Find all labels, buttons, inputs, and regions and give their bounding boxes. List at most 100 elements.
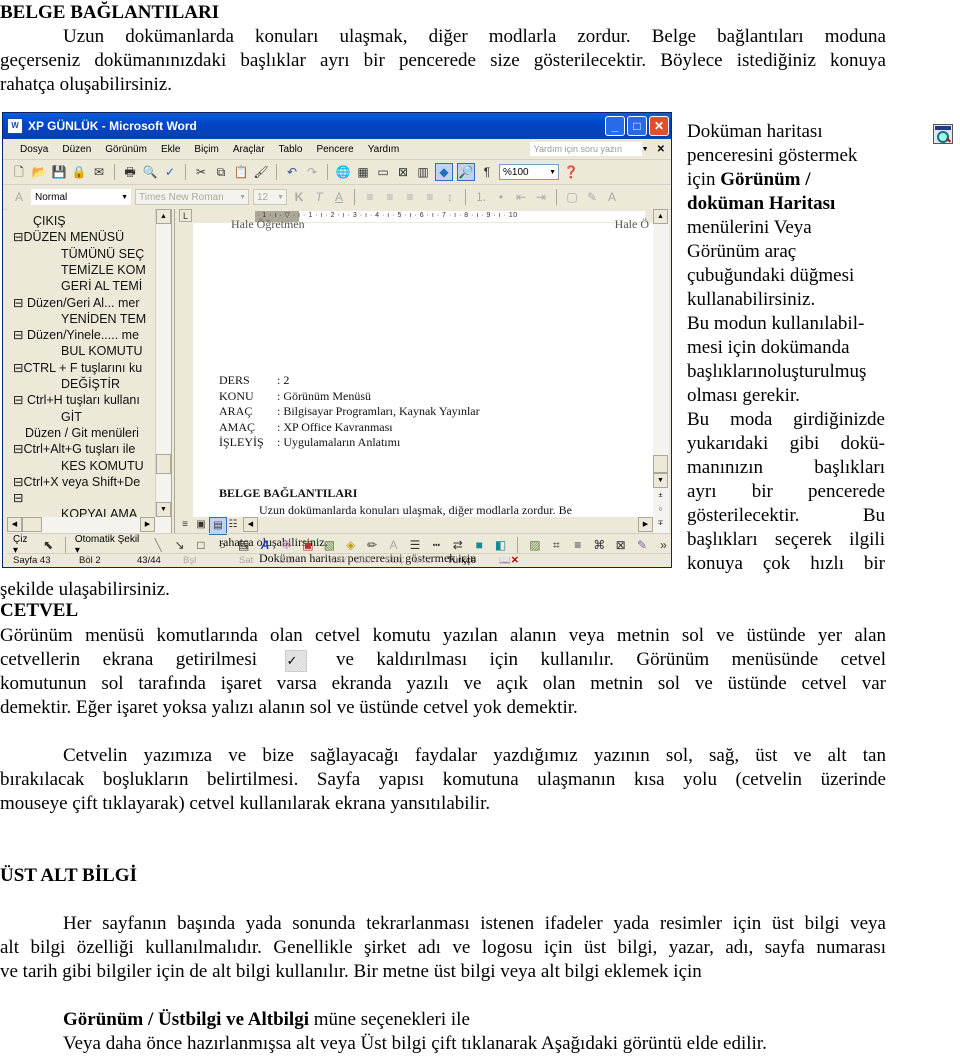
arrow-icon[interactable]: ↘ [172, 537, 187, 553]
3d-icon[interactable]: ◧ [493, 537, 508, 553]
doc-map-item[interactable]: YENİDEN TEM [61, 311, 146, 327]
font-size-combo[interactable]: 12 ▼ [253, 189, 287, 205]
outline-view-icon[interactable]: ☷ [225, 517, 241, 533]
doc-map-item[interactable]: ⊟ Ctrl+H tuşları kullanı [13, 392, 140, 408]
spelling-status-icon[interactable]: 📖✕ [499, 555, 519, 566]
format-picture-icon[interactable]: ✎ [634, 537, 649, 553]
menu-araclar[interactable]: Araçlar [226, 144, 272, 155]
copy-icon[interactable]: ⧉ [213, 164, 229, 180]
align-center-icon[interactable]: ≡ [382, 189, 398, 205]
doc-map-item[interactable]: Düzen / Git menüleri [25, 425, 139, 441]
line-style-icon[interactable]: ☰ [407, 537, 422, 553]
align-right-icon[interactable]: ≡ [402, 189, 418, 205]
menu-yardim[interactable]: Yardım [361, 144, 407, 155]
font-color-icon[interactable]: A [604, 189, 620, 205]
font-color-draw-icon[interactable]: A [386, 537, 401, 553]
doc-map-item[interactable]: KES KOMUTU [61, 458, 144, 474]
format-painter-icon[interactable]: 🖌 [253, 164, 269, 180]
font-combo[interactable]: Times New Roman ▼ [135, 189, 249, 205]
open-folder-icon[interactable]: 📂 [31, 164, 47, 180]
fill-color-icon[interactable]: ◈ [343, 537, 358, 553]
email-icon[interactable]: ✉ [91, 164, 107, 180]
columns-icon[interactable]: ▥ [415, 164, 431, 180]
insert-picture-icon[interactable]: ▨ [527, 537, 542, 553]
clipart-icon[interactable]: ▣ [300, 537, 315, 553]
dash-style-icon[interactable]: ┅ [429, 537, 444, 553]
increase-indent-icon[interactable]: ⇥ [533, 189, 549, 205]
line-icon[interactable]: ╲ [150, 537, 165, 553]
menu-bicim[interactable]: Biçim [187, 144, 225, 155]
menu-ekle[interactable]: Ekle [154, 144, 187, 155]
doc-map-item[interactable]: GİT [61, 409, 82, 425]
document-vertical-scrollbar[interactable]: ▲ ▼ ± ○ ∓ [653, 209, 669, 533]
doc-map-item[interactable]: ÇIKIŞ [33, 213, 66, 229]
menu-gorunum[interactable]: Görünüm [98, 144, 154, 155]
styles-icon[interactable]: A [11, 189, 27, 205]
paste-icon[interactable]: 📋 [233, 164, 249, 180]
justify-icon[interactable]: ≡ [422, 189, 438, 205]
redo-icon[interactable]: ↷ [304, 164, 320, 180]
picture-icon[interactable]: ▧ [322, 537, 337, 553]
spelling-icon[interactable]: ✓ [162, 164, 178, 180]
doc-map-item[interactable]: ⊟ Düzen/Geri Al... mer [13, 295, 139, 311]
document-map-vertical-scrollbar[interactable]: ▲ ▼ [155, 209, 172, 517]
arrow-style-icon[interactable]: ⇄ [450, 537, 465, 553]
select-objects-icon[interactable]: ⬉ [40, 537, 55, 553]
menu-pencere[interactable]: Pencere [309, 144, 360, 155]
underline-icon[interactable]: A [331, 189, 347, 205]
bold-icon[interactable]: K [291, 189, 307, 205]
menu-duzen[interactable]: Düzen [55, 144, 98, 155]
style-combo[interactable]: Normal ▼ [31, 189, 131, 205]
save-icon[interactable]: 💾 [51, 164, 67, 180]
shadow-icon[interactable]: ■ [471, 537, 486, 553]
tab-selector[interactable]: L [179, 209, 192, 222]
text-box-icon[interactable]: ▤ [236, 537, 251, 553]
doc-map-item[interactable]: ⊟DÜZEN MENÜSÜ [13, 229, 124, 245]
borders-icon[interactable]: ▢ [564, 189, 580, 205]
normal-view-icon[interactable]: ≡ [177, 517, 193, 533]
help-dropdown-icon[interactable]: ▼ [642, 146, 649, 153]
hyperlink-icon[interactable]: 🌐 [335, 164, 351, 180]
show-hide-icon[interactable]: ¶ [479, 164, 495, 180]
doc-map-item[interactable]: ⊟ Düzen/Yinele..... me [13, 327, 139, 343]
zoom-combo[interactable]: %100 ▼ [499, 164, 559, 180]
close-document-icon[interactable]: ✕ [657, 144, 665, 155]
pane-splitter[interactable] [171, 209, 175, 533]
doc-map-item[interactable]: TEMİZLE KOM [61, 262, 146, 278]
close-button[interactable]: ✕ [649, 116, 669, 136]
print-preview-icon[interactable]: 🔍 [142, 164, 158, 180]
doc-map-item[interactable]: ⊟Ctrl+Alt+G tuşları ile [13, 441, 135, 457]
drawing-icon[interactable]: ◆ [435, 163, 453, 181]
doc-map-item[interactable]: TÜMÜNÜ SEÇ [61, 246, 144, 262]
rectangle-icon[interactable]: □ [193, 537, 208, 553]
doc-map-item[interactable]: KOPYALAMA [61, 506, 137, 517]
cut-icon[interactable]: ✂ [193, 164, 209, 180]
maximize-button[interactable]: □ [627, 116, 647, 136]
insert-excel-icon[interactable]: ⊠ [395, 164, 411, 180]
menu-dosya[interactable]: Dosya [13, 144, 55, 155]
web-view-icon[interactable]: ▣ [193, 517, 209, 533]
permission-icon[interactable]: 🔒 [71, 164, 87, 180]
diagram-icon[interactable]: ✲ [279, 537, 294, 553]
line-style2-icon[interactable]: ≡ [570, 537, 585, 553]
crop-icon[interactable]: ⌗ [549, 537, 564, 553]
status-ovr[interactable]: ÜYZ [413, 555, 432, 566]
help-search-input[interactable]: Yardım için soru yazın [529, 142, 642, 156]
italic-icon[interactable]: T [311, 189, 327, 205]
document-horizontal-scrollbar[interactable]: ≡ ▣ ▤ ☷ ◀ ▶ [175, 517, 653, 535]
numbering-icon[interactable]: ⒈ [473, 189, 489, 205]
insert-table-icon[interactable]: ▭ [375, 164, 391, 180]
help-icon[interactable]: ❓ [563, 164, 579, 180]
text-wrapping-icon[interactable]: ⊠ [613, 537, 628, 553]
bullets-icon[interactable]: • [493, 189, 509, 205]
decrease-indent-icon[interactable]: ⇤ [513, 189, 529, 205]
print-icon[interactable]: 🖶 [122, 164, 138, 180]
undo-icon[interactable]: ↶ [284, 164, 300, 180]
doc-map-item[interactable]: ⊟ [13, 490, 23, 506]
status-rec[interactable]: KAY [329, 555, 347, 566]
document-map-horizontal-scrollbar[interactable]: ◀ ▶ [7, 517, 171, 533]
toolbar-options-icon[interactable]: » [656, 537, 671, 553]
line-spacing-icon[interactable]: ↕ [442, 189, 458, 205]
doc-map-item[interactable]: DEĞİŞTİR [61, 376, 120, 392]
tables-borders-icon[interactable]: ▦ [355, 164, 371, 180]
